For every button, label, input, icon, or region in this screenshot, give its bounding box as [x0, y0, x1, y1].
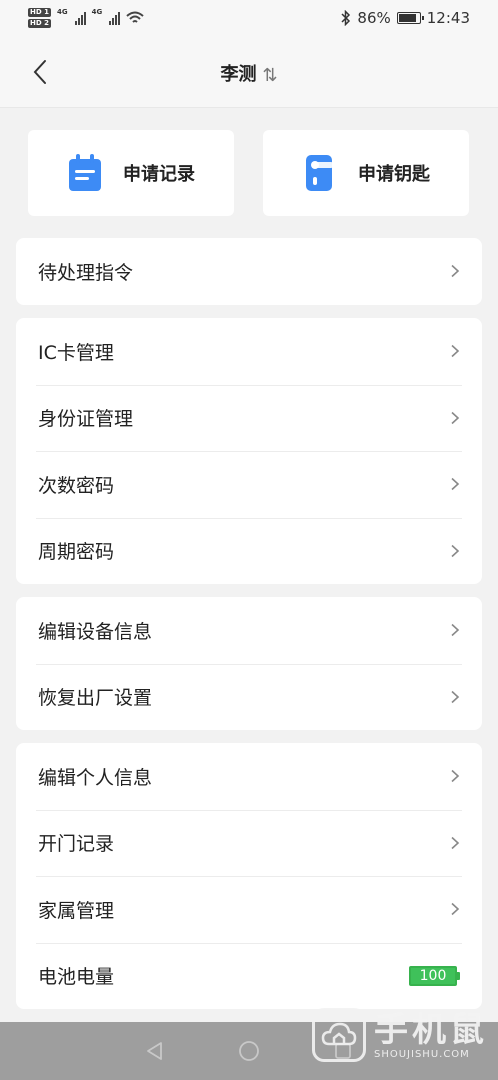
device-group: 编辑设备信息 恢复出厂设置 — [16, 597, 482, 730]
list-item-label: 编辑设备信息 — [38, 620, 153, 643]
app-header: 李测 ⇅ — [0, 36, 498, 108]
list-item-battery: 电池电量 100 — [16, 942, 482, 1010]
credentials-group: IC卡管理 身份证管理 次数密码 周期密码 — [16, 318, 482, 584]
watermark-cn: 手机鼠 — [374, 1009, 488, 1050]
swap-icon: ⇅ — [262, 65, 278, 86]
list-item-label: 恢复出厂设置 — [38, 687, 153, 710]
chevron-right-icon — [451, 903, 460, 916]
chevron-right-icon — [451, 690, 460, 703]
chevron-right-icon — [451, 544, 460, 557]
sim2-badge: HD 2 — [28, 19, 51, 28]
chevron-right-icon — [451, 411, 460, 424]
battery-level-badge: 100 — [409, 965, 460, 986]
apply-record-label: 申请记录 — [123, 164, 195, 185]
list-item-id-card[interactable]: 身份证管理 — [16, 384, 482, 452]
nav-home-button[interactable] — [237, 1039, 261, 1063]
triangle-back-icon — [147, 1042, 162, 1060]
wifi-icon — [126, 11, 144, 23]
cloud-home-icon — [321, 1022, 357, 1046]
signal-icon — [74, 11, 86, 25]
status-left: HD 1 HD 2 4G 4G — [28, 8, 144, 28]
watermark-logo — [312, 1008, 366, 1062]
signal-icon — [109, 11, 121, 25]
chevron-right-icon — [451, 265, 460, 278]
chevron-right-icon — [451, 478, 460, 491]
chevron-right-icon — [451, 345, 460, 358]
chevron-right-icon — [451, 624, 460, 637]
bluetooth-icon — [341, 10, 351, 26]
apply-key-card[interactable]: 申请钥匙 — [263, 130, 469, 216]
list-item-period-password[interactable]: 周期密码 — [16, 517, 482, 585]
list-item-label: 次数密码 — [38, 474, 115, 497]
status-right: 86% 12:43 — [341, 9, 470, 27]
circle-home-icon — [239, 1041, 259, 1061]
list-item-label: 待处理指令 — [38, 261, 134, 284]
network-type-2: 4G — [91, 8, 103, 16]
page-title-text: 李测 — [220, 64, 257, 85]
list-item-ic-card[interactable]: IC卡管理 — [16, 318, 482, 385]
list-item-label: IC卡管理 — [38, 341, 114, 364]
sim1-badge: HD 1 — [28, 8, 51, 17]
clock: 12:43 — [426, 9, 470, 27]
watermark-en: SHOUJISHU.COM — [374, 1048, 470, 1060]
status-bar: HD 1 HD 2 4G 4G 86% 12:43 — [0, 0, 498, 36]
battery-level-value: 100 — [409, 965, 457, 986]
list-item-open-records[interactable]: 开门记录 — [16, 809, 482, 877]
battery-percent: 86% — [357, 9, 391, 27]
list-item-family[interactable]: 家属管理 — [16, 876, 482, 943]
list-item-edit-profile[interactable]: 编辑个人信息 — [16, 743, 482, 810]
list-item-pending-commands[interactable]: 待处理指令 — [16, 238, 482, 305]
list-item-label: 开门记录 — [38, 833, 115, 856]
page-title[interactable]: 李测 ⇅ — [0, 60, 498, 86]
list-item-label: 家属管理 — [38, 899, 115, 922]
list-item-count-password[interactable]: 次数密码 — [16, 451, 482, 518]
watermark: 手机鼠 SHOUJISHU.COM — [312, 1008, 488, 1062]
apply-record-card[interactable]: 申请记录 — [28, 130, 234, 216]
list-item-factory-reset[interactable]: 恢复出厂设置 — [16, 663, 482, 731]
list-item-label: 电池电量 — [38, 966, 115, 989]
list-item-edit-device[interactable]: 编辑设备信息 — [16, 597, 482, 664]
network-type-1: 4G — [56, 8, 68, 16]
nav-back-button[interactable] — [143, 1039, 167, 1063]
door-key-icon — [306, 155, 334, 191]
list-item-label: 编辑个人信息 — [38, 766, 153, 789]
apply-key-label: 申请钥匙 — [358, 164, 430, 185]
personal-group: 编辑个人信息 开门记录 家属管理 电池电量 100 — [16, 743, 482, 1009]
calendar-icon — [69, 154, 101, 191]
pending-group: 待处理指令 — [16, 238, 482, 305]
battery-icon — [396, 12, 424, 24]
chevron-right-icon — [451, 836, 460, 849]
list-item-label: 周期密码 — [38, 541, 115, 564]
list-item-label: 身份证管理 — [38, 408, 134, 431]
chevron-right-icon — [451, 770, 460, 783]
